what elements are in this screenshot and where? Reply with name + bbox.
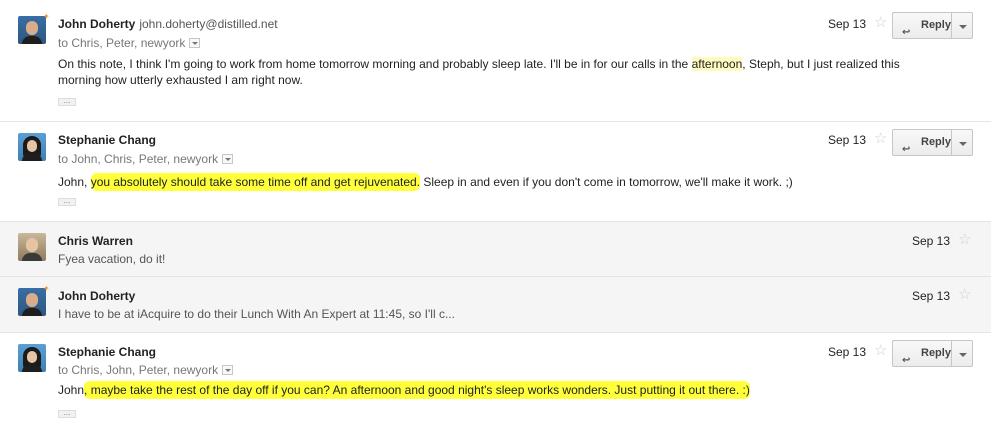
recipients: to John, Chris, Peter, newyork xyxy=(58,152,234,166)
more-actions-dropdown[interactable] xyxy=(951,340,973,367)
sender-email: john.doherty@distilled.net xyxy=(139,17,278,31)
avatar[interactable] xyxy=(18,133,46,161)
message-date: Sep 13 xyxy=(828,345,867,359)
recipients: to Chris, John, Peter, newyork xyxy=(58,363,234,377)
reply-button-group: ↩ Reply xyxy=(892,12,973,39)
message-snippet: I have to be at iAcquire to do their Lun… xyxy=(58,307,455,321)
message-body: John, you absolutely should take some ti… xyxy=(58,173,793,191)
more-actions-dropdown[interactable] xyxy=(951,129,973,156)
more-actions-dropdown[interactable] xyxy=(951,12,973,39)
show-trimmed-content-button[interactable]: ... xyxy=(58,409,76,418)
message-date: Sep 13 xyxy=(828,17,867,31)
details-dropdown-icon[interactable] xyxy=(222,154,234,164)
show-trimmed-content-button[interactable]: ... xyxy=(58,197,76,206)
marker-highlight: you absolutely should take some time off… xyxy=(90,173,421,191)
avatar[interactable] xyxy=(18,233,46,261)
star-icon[interactable]: ☆ xyxy=(874,131,887,146)
reply-arrow-icon: ↩ xyxy=(902,27,911,38)
sender-name: Chris Warren xyxy=(58,234,133,248)
reply-button[interactable]: ↩ Reply xyxy=(892,12,952,39)
avatar[interactable] xyxy=(18,16,46,44)
message-expanded: Stephanie Chang to Chris, John, Peter, n… xyxy=(0,332,991,427)
details-dropdown-icon[interactable] xyxy=(222,365,234,375)
star-icon[interactable]: ☆ xyxy=(958,232,971,247)
message-date: Sep 13 xyxy=(828,133,867,147)
sender-name[interactable]: John Doherty john.doherty@distilled.net xyxy=(58,17,278,31)
search-highlight: afternoon xyxy=(691,57,743,71)
star-icon[interactable]: ☆ xyxy=(874,15,887,30)
sparkle-icon: ✦ xyxy=(43,12,50,21)
marker-highlight: , maybe take the rest of the day off if … xyxy=(84,381,750,399)
avatar[interactable] xyxy=(18,344,46,372)
message-collapsed[interactable]: Chris Warren Fyea vacation, do it! Sep 1… xyxy=(0,221,991,276)
message-expanded: ✦ John Doherty john.doherty@distilled.net… xyxy=(0,0,991,121)
reply-button[interactable]: ↩ Reply xyxy=(892,340,952,367)
reply-arrow-icon: ↩ xyxy=(902,355,911,366)
star-icon[interactable]: ☆ xyxy=(874,343,887,358)
reply-arrow-icon: ↩ xyxy=(902,144,911,155)
avatar[interactable] xyxy=(18,288,46,316)
sender-name[interactable]: Stephanie Chang xyxy=(58,345,156,359)
reply-button[interactable]: ↩ Reply xyxy=(892,129,952,156)
message-expanded: Stephanie Chang to John, Chris, Peter, n… xyxy=(0,121,991,221)
sparkle-icon: ✦ xyxy=(43,284,50,293)
reply-button-group: ↩ Reply xyxy=(892,340,973,367)
sender-name: John Doherty xyxy=(58,289,136,303)
message-body: On this note, I think I'm going to work … xyxy=(58,57,900,87)
reply-button-group: ↩ Reply xyxy=(892,129,973,156)
message-collapsed[interactable]: ✦ John Doherty I have to be at iAcquire … xyxy=(0,276,991,332)
message-snippet: Fyea vacation, do it! xyxy=(58,252,166,266)
details-dropdown-icon[interactable] xyxy=(189,38,201,48)
sender-name[interactable]: Stephanie Chang xyxy=(58,133,156,147)
recipients: to Chris, Peter, newyork xyxy=(58,36,201,50)
star-icon[interactable]: ☆ xyxy=(958,287,971,302)
message-body: John, maybe take the rest of the day off… xyxy=(58,381,750,399)
message-date: Sep 13 xyxy=(912,289,951,303)
message-date: Sep 13 xyxy=(912,234,951,248)
show-trimmed-content-button[interactable]: ... xyxy=(58,97,76,106)
